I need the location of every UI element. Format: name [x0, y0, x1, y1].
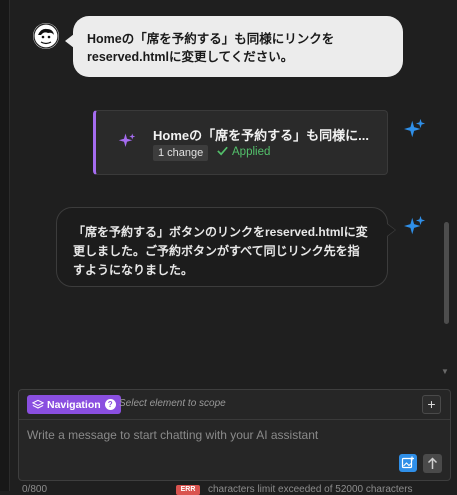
message-input[interactable]: [27, 426, 407, 444]
user-message-bubble: Homeの「席を予約する」も同様にリンクを reserved.htmlに変更して…: [65, 16, 403, 77]
user-avatar: [33, 23, 59, 49]
help-icon[interactable]: ?: [104, 399, 116, 410]
avatar-icon: [33, 23, 59, 49]
change-count-badge: 1 change: [153, 145, 209, 161]
change-card[interactable]: Homeの「席を予約する」も同様に... 1 change Applied: [93, 110, 388, 175]
image-add-button[interactable]: [399, 454, 417, 472]
layers-icon: [32, 399, 44, 409]
applied-status: Applied: [232, 146, 271, 158]
image-add-icon: [401, 456, 414, 469]
scope-chip-label: Navigation: [47, 398, 101, 411]
limit-warning: characters limit exceeded of 52000 chara…: [208, 484, 413, 495]
send-button[interactable]: [423, 454, 442, 473]
ai-message-bubble: 「席を予約する」ボタンのリンクをreserved.htmlに変更しました。ご予約…: [56, 207, 396, 287]
left-panel-edge: [0, 0, 10, 491]
composer-toolbar: Navigation ? Select element to scope +: [19, 390, 450, 420]
scope-hint: Select element to scope: [119, 398, 226, 409]
add-context-button[interactable]: +: [422, 395, 441, 414]
check-icon: [217, 146, 228, 156]
chat-scrollbar[interactable]: [444, 222, 449, 324]
scroll-down-icon[interactable]: ▼: [441, 367, 449, 376]
change-card-title: Homeの「席を予約する」も同様に...: [153, 128, 369, 143]
sparkle-icon: [404, 215, 426, 235]
arrow-up-icon: [427, 457, 438, 469]
scope-chip[interactable]: Navigation ?: [27, 395, 121, 414]
sparkle-icon: [404, 118, 426, 138]
character-count: 0/800: [22, 484, 48, 495]
error-badge: ERR: [176, 485, 200, 495]
sparkle-icon: [118, 133, 136, 147]
composer-panel: Navigation ? Select element to scope +: [18, 389, 451, 481]
